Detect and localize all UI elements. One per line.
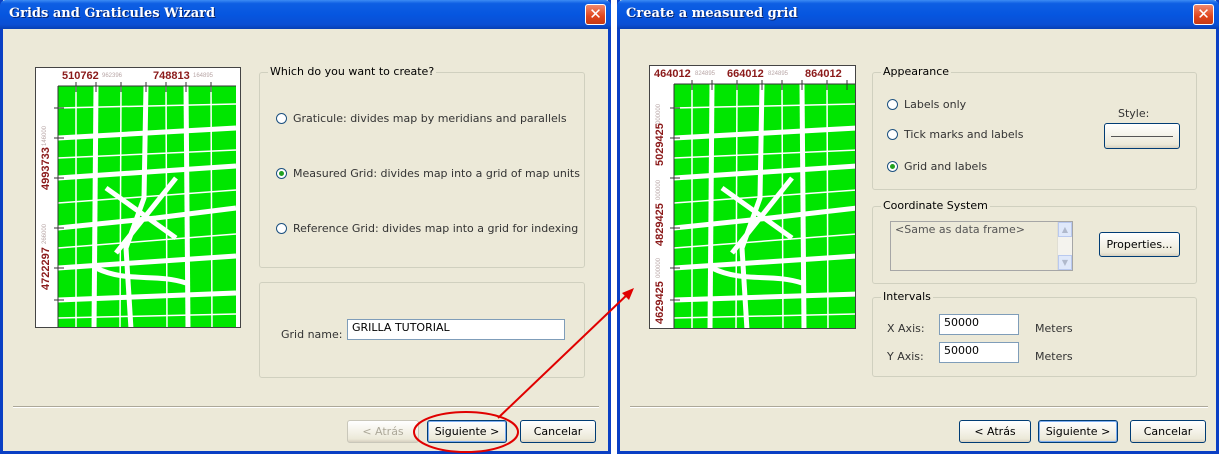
map-top-small-r2: 824895 xyxy=(768,71,789,77)
create-type-question: Which do you want to create? xyxy=(268,65,437,78)
close-button-right[interactable]: ✕ xyxy=(1193,4,1214,25)
button-separator-right xyxy=(630,406,1208,408)
map-side-small-r3: 000000 xyxy=(656,257,662,278)
scroll-up-icon[interactable]: ▲ xyxy=(1058,222,1072,237)
back-button[interactable]: < Atrás xyxy=(347,420,419,443)
close-button[interactable]: ✕ xyxy=(585,4,606,25)
create-type-group: Which do you want to create? Graticule: … xyxy=(259,65,585,268)
radio-labels-only[interactable] xyxy=(887,99,898,110)
option-reference-grid-label[interactable]: Reference Grid: divides map into a grid … xyxy=(293,222,578,235)
map-top-label-r1: 464012 xyxy=(654,68,691,80)
map-graphic-right xyxy=(670,80,855,328)
grid-name-group: Grid name: GRILLA TUTORIAL xyxy=(259,282,585,378)
grid-name-label: Grid name: xyxy=(281,328,343,341)
dialog-title-right: Create a measured grid xyxy=(626,6,798,21)
next-button[interactable]: Siguiente > xyxy=(427,420,507,443)
title-bar-right[interactable]: Create a measured grid ✕ xyxy=(617,0,1219,29)
create-measured-grid-dialog: Create a measured grid ✕ 464012 824895 6… xyxy=(617,0,1219,454)
map-side-label-r2: 4829425 xyxy=(654,203,666,246)
y-axis-input[interactable]: 50000 xyxy=(939,342,1019,363)
map-top-small-2: 164895 xyxy=(193,73,214,79)
map-side-label-r3: 4629425 xyxy=(654,281,666,324)
map-side-small-1: 146000 xyxy=(42,125,48,146)
dialog-title: Grids and Graticules Wizard xyxy=(9,6,216,21)
map-top-label-2: 748813 xyxy=(153,70,190,82)
appearance-group: Appearance Labels only Tick marks and la… xyxy=(872,65,1197,190)
map-top-label-r3: 864012 xyxy=(805,68,842,80)
option-measured-grid-label[interactable]: Measured Grid: divides map into a grid o… xyxy=(293,167,580,180)
radio-tick-marks-labels[interactable] xyxy=(887,129,898,140)
y-axis-unit: Meters xyxy=(1035,350,1073,363)
title-bar[interactable]: Grids and Graticules Wizard ✕ xyxy=(0,0,611,29)
coordinate-system-display: <Same as data frame> xyxy=(890,221,1073,271)
radio-reference-grid[interactable] xyxy=(276,223,287,234)
grid-name-input[interactable]: GRILLA TUTORIAL xyxy=(347,319,565,340)
option-graticule-label[interactable]: Graticule: divides map by meridians and … xyxy=(293,112,567,125)
radio-measured-grid[interactable] xyxy=(276,168,287,179)
map-side-label-1: 4993733 xyxy=(40,147,52,190)
map-side-small-r1: 000000 xyxy=(656,103,662,124)
intervals-legend: Intervals xyxy=(881,290,933,303)
x-axis-label: X Axis: xyxy=(887,322,925,335)
coordinate-system-scrollbar[interactable]: ▲ ▼ xyxy=(1057,222,1072,270)
style-label: Style: xyxy=(1118,107,1150,120)
map-side-small-2: 266000 xyxy=(42,223,48,244)
radio-grid-labels[interactable] xyxy=(887,161,898,172)
radio-graticule[interactable] xyxy=(276,113,287,124)
style-line-preview xyxy=(1111,136,1173,137)
back-button-right[interactable]: < Atrás xyxy=(959,420,1031,443)
properties-button[interactable]: Properties... xyxy=(1099,232,1180,257)
map-top-small-1: 962396 xyxy=(102,73,123,79)
map-graphic xyxy=(54,82,237,327)
map-top-small-r1: 824895 xyxy=(695,71,716,77)
map-side-label-2: 4722297 xyxy=(40,247,52,290)
intervals-group: Intervals X Axis: 50000 Meters Y Axis: 5… xyxy=(872,290,1197,377)
option-tick-marks-labels-label[interactable]: Tick marks and labels xyxy=(904,128,1023,141)
appearance-legend: Appearance xyxy=(881,65,952,78)
map-top-label-r2: 664012 xyxy=(727,68,764,80)
y-axis-label: Y Axis: xyxy=(887,350,924,363)
next-button-right[interactable]: Siguiente > xyxy=(1038,420,1118,443)
map-side-small-r2: 000000 xyxy=(656,179,662,200)
option-labels-only-label[interactable]: Labels only xyxy=(904,98,966,111)
map-side-label-r1: 5029425 xyxy=(654,123,666,166)
style-button[interactable] xyxy=(1104,123,1180,149)
map-preview: 510762 962396 748813 164895 4993733 1460… xyxy=(35,67,241,328)
coordinate-system-legend: Coordinate System xyxy=(881,199,990,212)
map-preview-right: 464012 824895 664012 824895 864012 50294… xyxy=(649,65,856,329)
map-top-label-1: 510762 xyxy=(62,70,99,82)
grids-graticules-wizard-dialog: Grids and Graticules Wizard ✕ 510762 962… xyxy=(0,0,611,454)
coordinate-system-value: <Same as data frame> xyxy=(895,223,1025,236)
cancel-button-right[interactable]: Cancelar xyxy=(1130,420,1206,443)
scroll-down-icon[interactable]: ▼ xyxy=(1058,255,1072,270)
x-axis-input[interactable]: 50000 xyxy=(939,314,1019,335)
option-grid-labels-label[interactable]: Grid and labels xyxy=(904,160,987,173)
button-separator xyxy=(13,406,599,408)
cancel-button[interactable]: Cancelar xyxy=(520,420,596,443)
coordinate-system-group: Coordinate System <Same as data frame> ▲… xyxy=(872,199,1197,284)
x-axis-unit: Meters xyxy=(1035,322,1073,335)
